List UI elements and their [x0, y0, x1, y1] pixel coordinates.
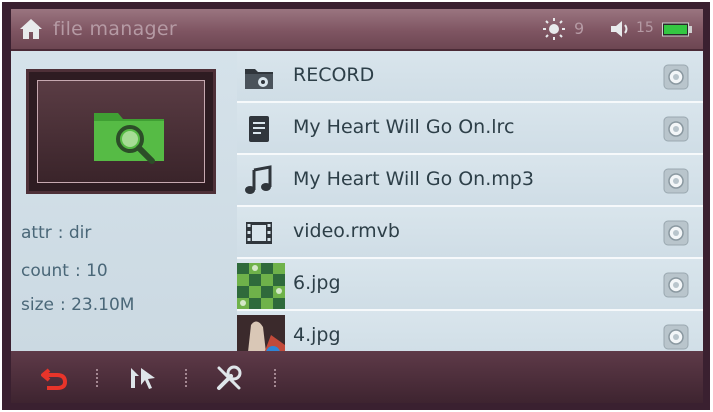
select-icon[interactable] — [129, 364, 157, 392]
document-icon — [249, 116, 269, 142]
gear-icon[interactable] — [663, 272, 689, 298]
folder-search-icon — [94, 113, 164, 164]
file-row-4jpg[interactable]: 4.jpg — [237, 311, 703, 351]
file-row-video[interactable]: video.rmvb — [237, 207, 703, 259]
attr-value: : dir — [57, 223, 92, 243]
file-row-mp3[interactable]: My Heart Will Go On.mp3 — [237, 155, 703, 207]
music-note-icon — [245, 165, 272, 194]
battery-icon — [662, 22, 692, 37]
app-title: file manager — [53, 18, 177, 40]
folder-preview — [26, 69, 216, 194]
size-value: : 23.10M — [59, 295, 135, 315]
attr-info: attr: dir — [21, 223, 97, 243]
status-bar: file manager 9 15 — [11, 9, 703, 51]
gear-icon[interactable] — [663, 220, 689, 246]
back-icon[interactable] — [41, 364, 69, 392]
file-row-record[interactable]: RECORD — [237, 51, 703, 103]
file-name: video.rmvb — [293, 220, 400, 242]
record-folder-icon — [245, 69, 273, 89]
file-name: My Heart Will Go On.lrc — [293, 116, 515, 138]
size-label: size — [21, 295, 54, 315]
file-list: RECORD My Heart Will Go On.lrc My Heart … — [237, 51, 703, 351]
image-thumbnail — [237, 263, 285, 309]
file-row-lrc[interactable]: My Heart Will Go On.lrc — [237, 103, 703, 155]
device-frame: file manager 9 15 attr: dir count: 10 … — [2, 2, 710, 410]
toolbar-separator — [185, 369, 189, 387]
tools-icon[interactable] — [215, 364, 243, 392]
gear-icon[interactable] — [663, 116, 689, 142]
count-value: : 10 — [74, 261, 108, 281]
file-name: RECORD — [293, 64, 375, 86]
gear-icon[interactable] — [663, 324, 689, 350]
brightness-icon — [543, 18, 565, 40]
file-name: My Heart Will Go On.mp3 — [293, 168, 534, 190]
info-panel: attr: dir count: 10 size: 23.10M — [11, 51, 237, 351]
file-name: 4.jpg — [293, 324, 341, 346]
toolbar-separator — [96, 369, 100, 387]
toolbar-separator — [274, 369, 278, 387]
image-thumbnail — [237, 315, 285, 351]
screen: file manager 9 15 attr: dir count: 10 … — [11, 9, 703, 403]
brightness-value: 9 — [574, 19, 585, 38]
size-info: size: 23.10M — [21, 295, 140, 315]
file-row-6jpg[interactable]: 6.jpg — [237, 259, 703, 311]
count-label: count — [21, 261, 69, 281]
attr-label: attr — [21, 223, 52, 243]
bottom-toolbar — [11, 351, 703, 403]
gear-icon[interactable] — [663, 168, 689, 194]
home-icon[interactable] — [18, 17, 44, 41]
volume-value: 15 — [636, 20, 654, 36]
gear-icon[interactable] — [663, 64, 689, 90]
count-info: count: 10 — [21, 261, 114, 281]
film-icon — [246, 222, 272, 244]
file-name: 6.jpg — [293, 272, 341, 294]
volume-icon — [611, 21, 628, 37]
